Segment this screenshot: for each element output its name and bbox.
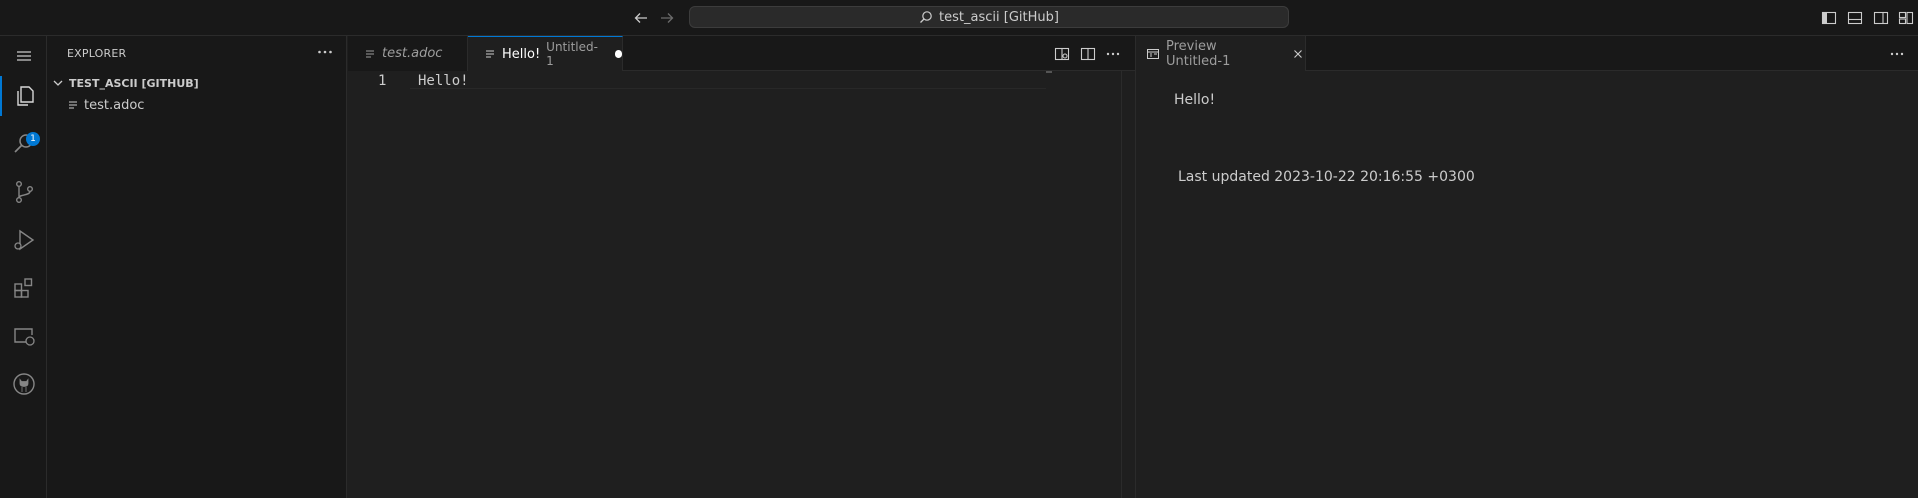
activity-bar: 1 (0, 36, 47, 498)
more-actions-icon[interactable] (315, 42, 335, 62)
title-bar: test_ascii [GitHub] (0, 0, 1918, 36)
line-text[interactable]: Hello! (418, 73, 469, 89)
more-actions-icon[interactable] (1888, 45, 1906, 63)
run-debug-icon[interactable] (0, 220, 47, 260)
text-editor[interactable]: 1 Hello! (348, 71, 1121, 498)
editor-tabs-bar: test.adoc Hello! Untitled-1 (348, 36, 1135, 71)
tab-untitled-1[interactable]: Hello! Untitled-1 (468, 36, 623, 71)
split-editor-icon[interactable] (1079, 45, 1097, 63)
file-label: test.adoc (84, 97, 145, 113)
extensions-icon[interactable] (0, 268, 47, 308)
preview-tabs-bar: Preview Untitled-1 (1136, 36, 1918, 71)
minimap-line (1046, 71, 1052, 73)
unsaved-dot-icon[interactable] (614, 50, 622, 58)
toggle-secondary-sidebar-icon[interactable] (1872, 9, 1890, 27)
open-preview-side-icon[interactable] (1053, 45, 1071, 63)
more-actions-icon[interactable] (1104, 45, 1122, 63)
command-center-text: test_ascii [GitHub] (939, 9, 1059, 25)
explorer-files-icon[interactable] (0, 76, 47, 116)
toggle-panel-icon[interactable] (1846, 9, 1864, 27)
tab-sublabel: Untitled-1 (546, 40, 598, 68)
folder-label: TEST_ASCII [GITHUB] (69, 76, 199, 90)
search-activity-icon[interactable] (0, 124, 47, 164)
source-control-icon[interactable] (0, 172, 47, 212)
text-file-icon (364, 48, 376, 60)
back-arrow-icon[interactable] (632, 9, 650, 27)
current-line-highlight (410, 88, 1046, 89)
line-number: 1 (378, 73, 387, 89)
preview-paragraph: Hello! (1174, 92, 1216, 108)
preview-last-updated: Last updated 2023-10-22 20:16:55 +0300 (1178, 169, 1475, 185)
folder-row[interactable]: TEST_ASCII [GITHUB] (47, 72, 347, 94)
preview-icon (1146, 47, 1160, 61)
forward-arrow-icon[interactable] (658, 9, 676, 27)
search-icon (919, 10, 933, 24)
explorer-badge: 1 (26, 132, 40, 146)
menu-icon[interactable] (0, 36, 47, 76)
toggle-primary-sidebar-icon[interactable] (1820, 9, 1838, 27)
command-center[interactable]: test_ascii [GitHub] (689, 6, 1289, 28)
explorer-sidebar: EXPLORER TEST_ASCII [GITHUB] test.adoc (47, 36, 347, 498)
editor-scrollbar[interactable] (1121, 71, 1135, 498)
tab-test-adoc[interactable]: test.adoc (348, 36, 468, 71)
tab-label: Preview Untitled-1 (1166, 38, 1231, 69)
customize-layout-icon[interactable] (1897, 9, 1915, 27)
tab-label: Hello! (502, 46, 541, 62)
tab-label: test.adoc (382, 46, 443, 61)
close-icon[interactable] (1291, 47, 1305, 61)
text-file-icon (484, 48, 496, 60)
remote-explorer-icon[interactable] (0, 316, 47, 356)
explorer-title: EXPLORER (67, 47, 127, 60)
github-icon[interactable] (0, 364, 47, 404)
chevron-down-icon (51, 76, 65, 90)
text-file-icon (67, 99, 79, 111)
file-item[interactable]: test.adoc (47, 94, 347, 116)
preview-pane: Hello! Last updated 2023-10-22 20:16:55 … (1136, 71, 1918, 498)
tab-preview-untitled-1[interactable]: Preview Untitled-1 (1136, 36, 1306, 71)
minimap[interactable] (1046, 71, 1121, 498)
